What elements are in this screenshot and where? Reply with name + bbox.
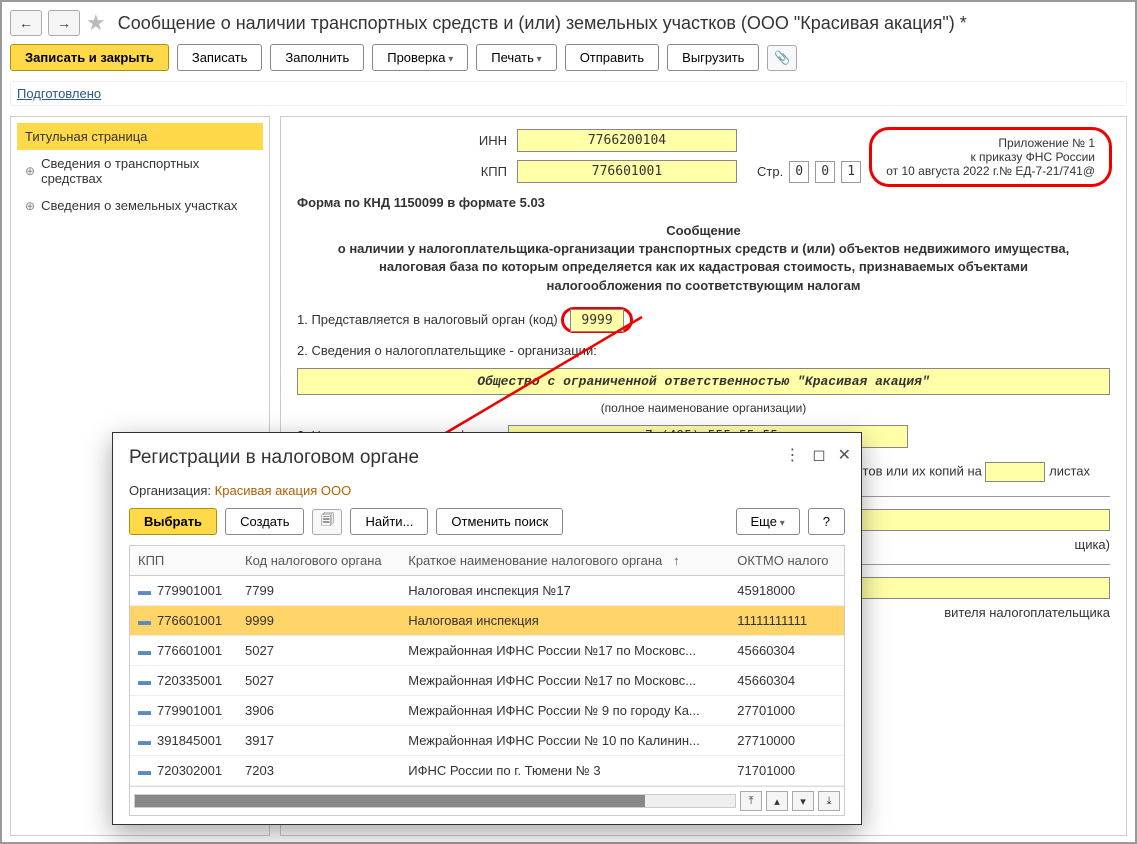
annex-line2: к приказу ФНС России	[886, 150, 1095, 164]
kpp-label: КПП	[477, 164, 517, 179]
forward-button[interactable]: →	[48, 10, 80, 36]
table-row[interactable]: ▬7203020017203ИФНС России по г. Тюмени №…	[130, 756, 844, 786]
sidebar-item-label: Сведения о транспортных средствах	[41, 156, 255, 186]
table-row[interactable]: ▬7799010017799Налоговая инспекция №17459…	[130, 576, 844, 606]
sidebar-item-title-page[interactable]: Титульная страница	[17, 123, 263, 150]
page-label: Стр.	[757, 164, 783, 179]
sidebar-item-transport[interactable]: ⊕ Сведения о транспортных средствах	[17, 150, 263, 192]
select-button[interactable]: Выбрать	[129, 508, 217, 535]
sheets-count[interactable]	[985, 462, 1045, 482]
save-button[interactable]: Записать	[177, 44, 263, 71]
col-name[interactable]: Краткое наименование налогового органа ↑	[400, 546, 729, 576]
more-button[interactable]: Еще	[736, 508, 800, 535]
sidebar-item-land[interactable]: ⊕ Сведения о земельных участках	[17, 192, 263, 219]
sidebar-item-label: Сведения о земельных участках	[41, 198, 237, 213]
copy-icon[interactable]: 🗐	[312, 509, 342, 535]
status-link[interactable]: Подготовлено	[10, 81, 1127, 106]
modal-title: Регистрации в налоговом органе	[129, 447, 845, 469]
line1-label: 1. Представляется в налоговый орган (код…	[297, 312, 558, 327]
col-kpp[interactable]: КПП	[130, 546, 237, 576]
toolbar: Записать и закрыть Записать Заполнить Пр…	[10, 44, 1127, 71]
help-button[interactable]: ?	[808, 508, 845, 535]
expand-icon: ⊕	[25, 164, 35, 178]
page-digit: 0	[815, 161, 835, 183]
org-link[interactable]: Красивая акация ООО	[215, 483, 352, 498]
table-row[interactable]: ▬7203350015027Межрайонная ИФНС России №1…	[130, 666, 844, 696]
registrations-table: КПП Код налогового органа Краткое наимен…	[130, 546, 844, 786]
table-row[interactable]: ▬7799010013906Межрайонная ИФНС России № …	[130, 696, 844, 726]
page-digit: 1	[841, 161, 861, 183]
create-button[interactable]: Создать	[225, 508, 304, 535]
form-heading: Сообщение о наличии у налогоплательщика-…	[327, 222, 1080, 295]
scroll-bottom-icon[interactable]: ⤓	[818, 791, 840, 811]
close-icon[interactable]: ✕	[838, 445, 851, 465]
table-row[interactable]: ▬7766010019999Налоговая инспекция1111111…	[130, 606, 844, 636]
registrations-modal: Регистрации в налоговом органе ⋮ ◻ ✕ Орг…	[112, 432, 862, 825]
scroll-top-icon[interactable]: ⤒	[740, 791, 762, 811]
fill-button[interactable]: Заполнить	[270, 44, 364, 71]
maximize-icon[interactable]: ◻	[812, 445, 825, 465]
more-icon[interactable]: ⋮	[784, 445, 800, 465]
export-button[interactable]: Выгрузить	[667, 44, 759, 71]
cancel-search-button[interactable]: Отменить поиск	[436, 508, 563, 535]
page-title: Сообщение о наличии транспортных средств…	[118, 13, 967, 34]
inn-label: ИНН	[477, 133, 517, 148]
col-code[interactable]: Код налогового органа	[237, 546, 400, 576]
favorite-icon[interactable]: ★	[86, 10, 106, 36]
page-digit: 0	[789, 161, 809, 183]
line2-label: 2. Сведения о налогоплательщике - органи…	[297, 343, 1110, 358]
back-button[interactable]: ←	[10, 10, 42, 36]
top-nav: ← → ★ Сообщение о наличии транспортных с…	[10, 10, 1127, 36]
save-close-button[interactable]: Записать и закрыть	[10, 44, 169, 71]
knd-line: Форма по КНД 1150099 в формате 5.03	[297, 195, 1110, 210]
annex-line1: Приложение № 1	[886, 136, 1095, 150]
col-oktmo[interactable]: ОКТМО налого	[729, 546, 844, 576]
annex-line3: от 10 августа 2022 г.№ ЕД-7-21/741@	[886, 164, 1095, 178]
tax-code-highlight: 9999	[561, 307, 632, 333]
table-row[interactable]: ▬3918450013917Межрайонная ИФНС России № …	[130, 726, 844, 756]
print-button[interactable]: Печать	[476, 44, 556, 71]
send-button[interactable]: Отправить	[565, 44, 659, 71]
check-button[interactable]: Проверка	[372, 44, 468, 71]
scroll-up-icon[interactable]: ▴	[766, 791, 788, 811]
tax-code-value[interactable]: 9999	[570, 309, 623, 332]
annex-box: Приложение № 1 к приказу ФНС России от 1…	[869, 127, 1112, 187]
org-label: Организация:	[129, 483, 211, 498]
inn-value[interactable]: 7766200104	[517, 129, 737, 152]
find-button[interactable]: Найти...	[350, 508, 428, 535]
scroll-down-icon[interactable]: ▾	[792, 791, 814, 811]
org-full-name[interactable]: Общество с ограниченной ответственностью…	[297, 368, 1110, 395]
h-scrollbar[interactable]	[134, 794, 736, 808]
expand-icon: ⊕	[25, 199, 35, 213]
kpp-value[interactable]: 776601001	[517, 160, 737, 183]
attach-icon[interactable]: 📎	[767, 45, 797, 71]
table-row[interactable]: ▬7766010015027Межрайонная ИФНС России №1…	[130, 636, 844, 666]
sidebar-item-label: Титульная страница	[25, 129, 147, 144]
org-note: (полное наименование организации)	[297, 401, 1110, 415]
